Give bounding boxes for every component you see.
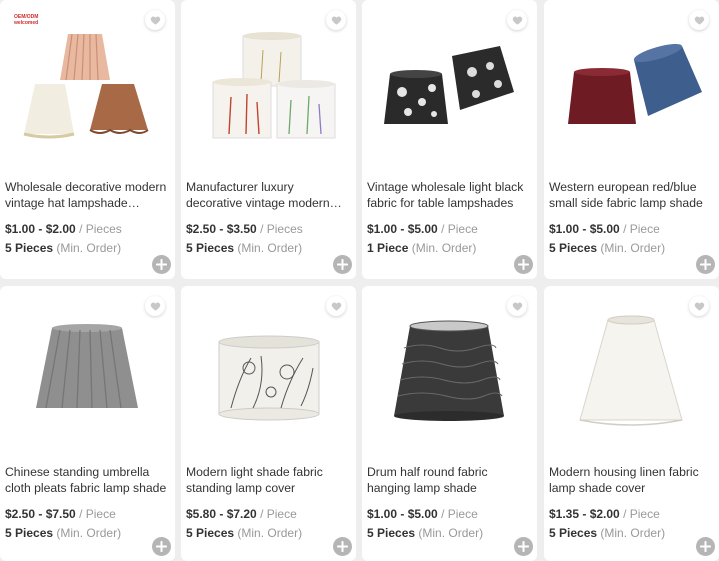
plus-icon <box>700 259 711 270</box>
product-image[interactable] <box>554 22 709 147</box>
add-button[interactable] <box>514 255 533 274</box>
product-image[interactable] <box>191 22 346 147</box>
add-button[interactable] <box>152 255 171 274</box>
plus-icon <box>337 541 348 552</box>
min-order: 5 Pieces (Min. Order) <box>5 526 122 540</box>
min-order: 5 Pieces (Min. Order) <box>549 526 666 540</box>
plus-icon <box>700 541 711 552</box>
plus-icon <box>156 259 167 270</box>
min-order: 5 Pieces (Min. Order) <box>186 241 303 255</box>
product-image[interactable] <box>10 22 165 147</box>
product-image[interactable] <box>372 308 527 433</box>
product-title[interactable]: Modern housing linen fabric lamp shade c… <box>549 464 713 496</box>
product-price: $1.35 - $2.00 / Piece <box>549 507 660 521</box>
product-price: $2.50 - $7.50 / Piece <box>5 507 116 521</box>
plus-icon <box>518 259 529 270</box>
product-card[interactable]: Western european red/blue small side fab… <box>544 0 719 279</box>
product-price: $2.50 - $3.50 / Pieces <box>186 222 303 236</box>
add-button[interactable] <box>514 537 533 556</box>
product-image[interactable] <box>10 308 165 433</box>
product-card[interactable]: Modern light shade fabric standing lamp … <box>181 286 356 561</box>
plus-icon <box>156 541 167 552</box>
product-grid: OEM/ODM welcomed Wholesale decorative mod… <box>0 0 719 561</box>
plus-icon <box>518 541 529 552</box>
add-button[interactable] <box>152 537 171 556</box>
product-title[interactable]: Wholesale decorative modern vintage hat … <box>5 179 169 211</box>
product-card[interactable]: Vintage wholesale light black fabric for… <box>362 0 537 279</box>
product-price: $1.00 - $2.00 / Pieces <box>5 222 122 236</box>
product-card[interactable]: Chinese standing umbrella cloth pleats f… <box>0 286 175 561</box>
product-title[interactable]: Chinese standing umbrella cloth pleats f… <box>5 464 169 496</box>
add-button[interactable] <box>696 255 715 274</box>
product-card[interactable]: Drum half round fabric hanging lamp shad… <box>362 286 537 561</box>
min-order: 1 Piece (Min. Order) <box>367 241 477 255</box>
product-price: $5.80 - $7.20 / Piece <box>186 507 297 521</box>
product-card[interactable]: Modern housing linen fabric lamp shade c… <box>544 286 719 561</box>
min-order: 5 Pieces (Min. Order) <box>367 526 484 540</box>
product-title[interactable]: Vintage wholesale light black fabric for… <box>367 179 531 211</box>
product-title[interactable]: Manufacturer luxury decorative vintage m… <box>186 179 350 211</box>
plus-icon <box>337 259 348 270</box>
product-price: $1.00 - $5.00 / Piece <box>367 222 478 236</box>
add-button[interactable] <box>696 537 715 556</box>
product-price: $1.00 - $5.00 / Piece <box>549 222 660 236</box>
product-price: $1.00 - $5.00 / Piece <box>367 507 478 521</box>
product-card[interactable]: Manufacturer luxury decorative vintage m… <box>181 0 356 279</box>
min-order: 5 Pieces (Min. Order) <box>186 526 303 540</box>
min-order: 5 Pieces (Min. Order) <box>5 241 122 255</box>
product-card[interactable]: OEM/ODM welcomed Wholesale decorative mod… <box>0 0 175 279</box>
add-button[interactable] <box>333 255 352 274</box>
product-image[interactable] <box>372 22 527 147</box>
add-button[interactable] <box>333 537 352 556</box>
product-image[interactable] <box>191 308 346 433</box>
product-title[interactable]: Drum half round fabric hanging lamp shad… <box>367 464 531 496</box>
product-title[interactable]: Western european red/blue small side fab… <box>549 179 713 211</box>
min-order: 5 Pieces (Min. Order) <box>549 241 666 255</box>
product-image[interactable] <box>554 308 709 433</box>
product-title[interactable]: Modern light shade fabric standing lamp … <box>186 464 350 496</box>
